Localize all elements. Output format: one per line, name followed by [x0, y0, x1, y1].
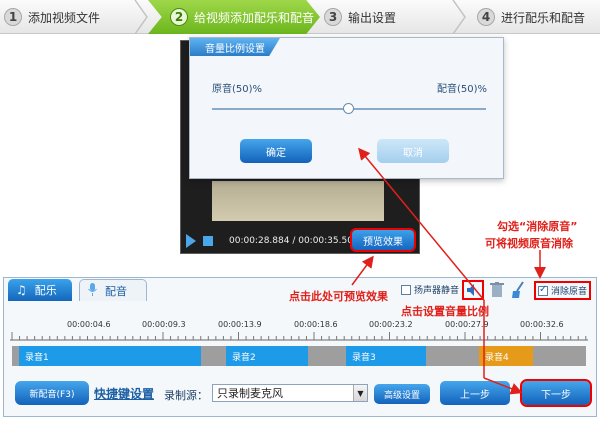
annotation-click-preview: 点击此处可预览效果	[289, 290, 388, 303]
checkbox-label: 消除原音	[551, 287, 588, 297]
recording-segment[interactable]: 录音4	[479, 346, 533, 366]
step-2-active[interactable]: 2 给视频添加配乐和配音	[148, 0, 320, 34]
step-4[interactable]: 4 进行配乐和配音	[477, 0, 597, 34]
new-dub-button[interactable]: 新配音(F3)	[15, 381, 89, 405]
select-value: 只录制麦克风	[217, 387, 283, 400]
tick-label: 00:00:04.6	[67, 320, 111, 329]
dub-volume-label: 配音(50)%	[436, 84, 487, 95]
annotation-check-remove: 勾选“消除原音”	[497, 220, 578, 233]
next-step-button[interactable]: 下一步	[520, 379, 592, 407]
original-volume-label: 原音(50)%	[212, 84, 263, 95]
tick-label: 00:00:09.3	[142, 320, 186, 329]
speaker-icon	[467, 284, 474, 296]
tab-label: 配音	[105, 284, 127, 298]
ok-button[interactable]: 确定	[240, 139, 312, 163]
volume-ratio-dialog: 音量比例设置 原音(50)% 配音(50)% 确定 取消	[189, 37, 504, 179]
checkbox-box[interactable]	[401, 284, 411, 295]
recording-segment[interactable]: 录音2	[226, 346, 308, 366]
checkbox-label: 扬声器静音	[414, 286, 460, 296]
speaker-mute-checkbox[interactable]: 扬声器静音	[401, 283, 459, 296]
step-bar: 1 添加视频文件 2 给视频添加配乐和配音 3 输出设置 4 进行配乐和配音	[0, 0, 600, 34]
step-3[interactable]: 3 输出设置	[324, 0, 444, 34]
dialog-title: 音量比例设置	[190, 38, 280, 56]
previous-step-button[interactable]: 上一步	[440, 381, 510, 405]
slider-handle[interactable]	[343, 103, 354, 114]
trash-icon[interactable]	[490, 282, 504, 301]
step-separator	[452, 0, 466, 34]
time-display: 00:00:28.884 / 00:00:35.500	[229, 236, 359, 246]
recording-segment[interactable]: 录音3	[346, 346, 426, 366]
microphone-icon	[88, 282, 97, 299]
chevron-down-icon[interactable]: ▼	[353, 385, 367, 401]
tick-label: 00:00:13.9	[218, 320, 262, 329]
step-1[interactable]: 1 添加视频文件	[4, 0, 149, 34]
step-label: 进行配乐和配音	[501, 10, 586, 25]
checkbox-box[interactable]	[538, 284, 548, 296]
step-label: 给视频添加配乐和配音	[194, 10, 315, 25]
step-number: 4	[477, 8, 495, 26]
broom-icon[interactable]	[511, 281, 525, 302]
recording-segment[interactable]: 录音1	[19, 346, 201, 366]
record-source-select[interactable]: 只录制麦克风 ▼	[212, 384, 368, 402]
step-label: 添加视频文件	[28, 10, 101, 25]
step-number: 2	[170, 8, 188, 26]
tick-label: 00:00:18.6	[294, 320, 338, 329]
remove-original-checkbox[interactable]: 消除原音	[534, 281, 592, 300]
annotation-click-volume: 点击设置音量比例	[401, 305, 489, 318]
step-number: 1	[4, 8, 22, 26]
tick-label: 00:00:23.2	[369, 320, 413, 329]
stop-icon[interactable]	[203, 236, 213, 246]
play-icon[interactable]	[186, 234, 196, 248]
music-note-icon: ♫	[16, 283, 27, 297]
step-number: 3	[324, 8, 342, 26]
shortcut-settings-link[interactable]: 快捷键设置	[94, 385, 154, 402]
step-label: 输出设置	[348, 10, 397, 25]
video-frame	[212, 181, 384, 221]
tab-dub[interactable]: 配音	[79, 279, 147, 301]
tick-label: 00:00:32.6	[520, 320, 564, 329]
tab-label: 配乐	[34, 284, 57, 297]
volume-ratio-button[interactable]	[462, 280, 484, 300]
annotation-check-remove-detail: 可将视频原音消除	[485, 237, 573, 250]
record-source-label: 录制源：	[164, 389, 208, 402]
tick-label: 00:00:27.9	[445, 320, 489, 329]
tab-music[interactable]: ♫ 配乐	[8, 279, 72, 301]
advanced-settings-button[interactable]: 高级设置	[374, 384, 430, 404]
cancel-button[interactable]: 取消	[377, 139, 449, 163]
preview-button[interactable]: 预览效果	[350, 228, 416, 252]
step-separator	[134, 0, 148, 34]
